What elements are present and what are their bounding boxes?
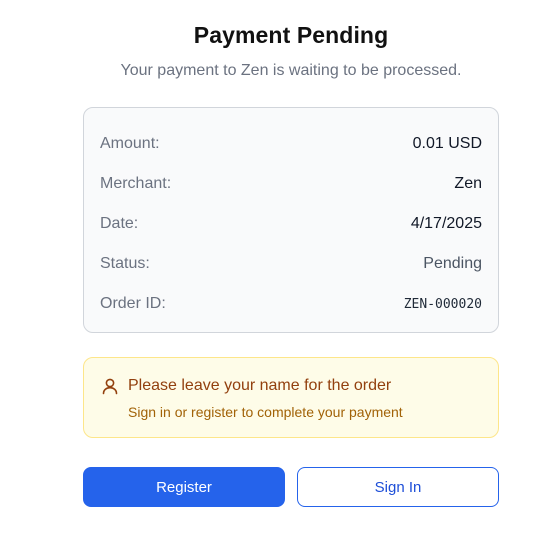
- name-required-notice: Please leave your name for the order Sig…: [83, 357, 499, 438]
- order-id-row: Order ID: ZEN-000020: [100, 292, 482, 316]
- user-icon: [101, 377, 119, 395]
- amount-value: 0.01 USD: [412, 135, 482, 152]
- notice-text: Sign in or register to complete your pay…: [128, 404, 403, 420]
- register-button[interactable]: Register: [83, 467, 285, 507]
- order-id-label: Order ID:: [100, 295, 166, 312]
- amount-label: Amount:: [100, 135, 160, 152]
- merchant-value: Zen: [454, 175, 482, 192]
- date-row: Date: 4/17/2025: [100, 212, 482, 236]
- amount-row: Amount: 0.01 USD: [100, 132, 482, 156]
- notice-heading: Please leave your name for the order: [128, 377, 392, 394]
- status-value: Pending: [423, 255, 482, 272]
- order-id-value: ZEN-000020: [403, 296, 482, 312]
- status-row: Status: Pending: [100, 252, 482, 276]
- date-label: Date:: [100, 215, 139, 232]
- date-value: 4/17/2025: [410, 215, 482, 232]
- page-title: Payment Pending: [193, 22, 389, 48]
- payment-details-card: Amount: 0.01 USD Merchant: Zen Date: 4/1…: [83, 107, 499, 333]
- sign-in-button[interactable]: Sign In: [297, 467, 499, 507]
- payment-pending-page: Payment Pending Your payment to Zen is w…: [0, 0, 551, 533]
- status-label: Status:: [100, 255, 150, 272]
- merchant-row: Merchant: Zen: [100, 172, 482, 196]
- page-subtitle: Your payment to Zen is waiting to be pro…: [120, 62, 462, 79]
- merchant-label: Merchant:: [100, 175, 172, 192]
